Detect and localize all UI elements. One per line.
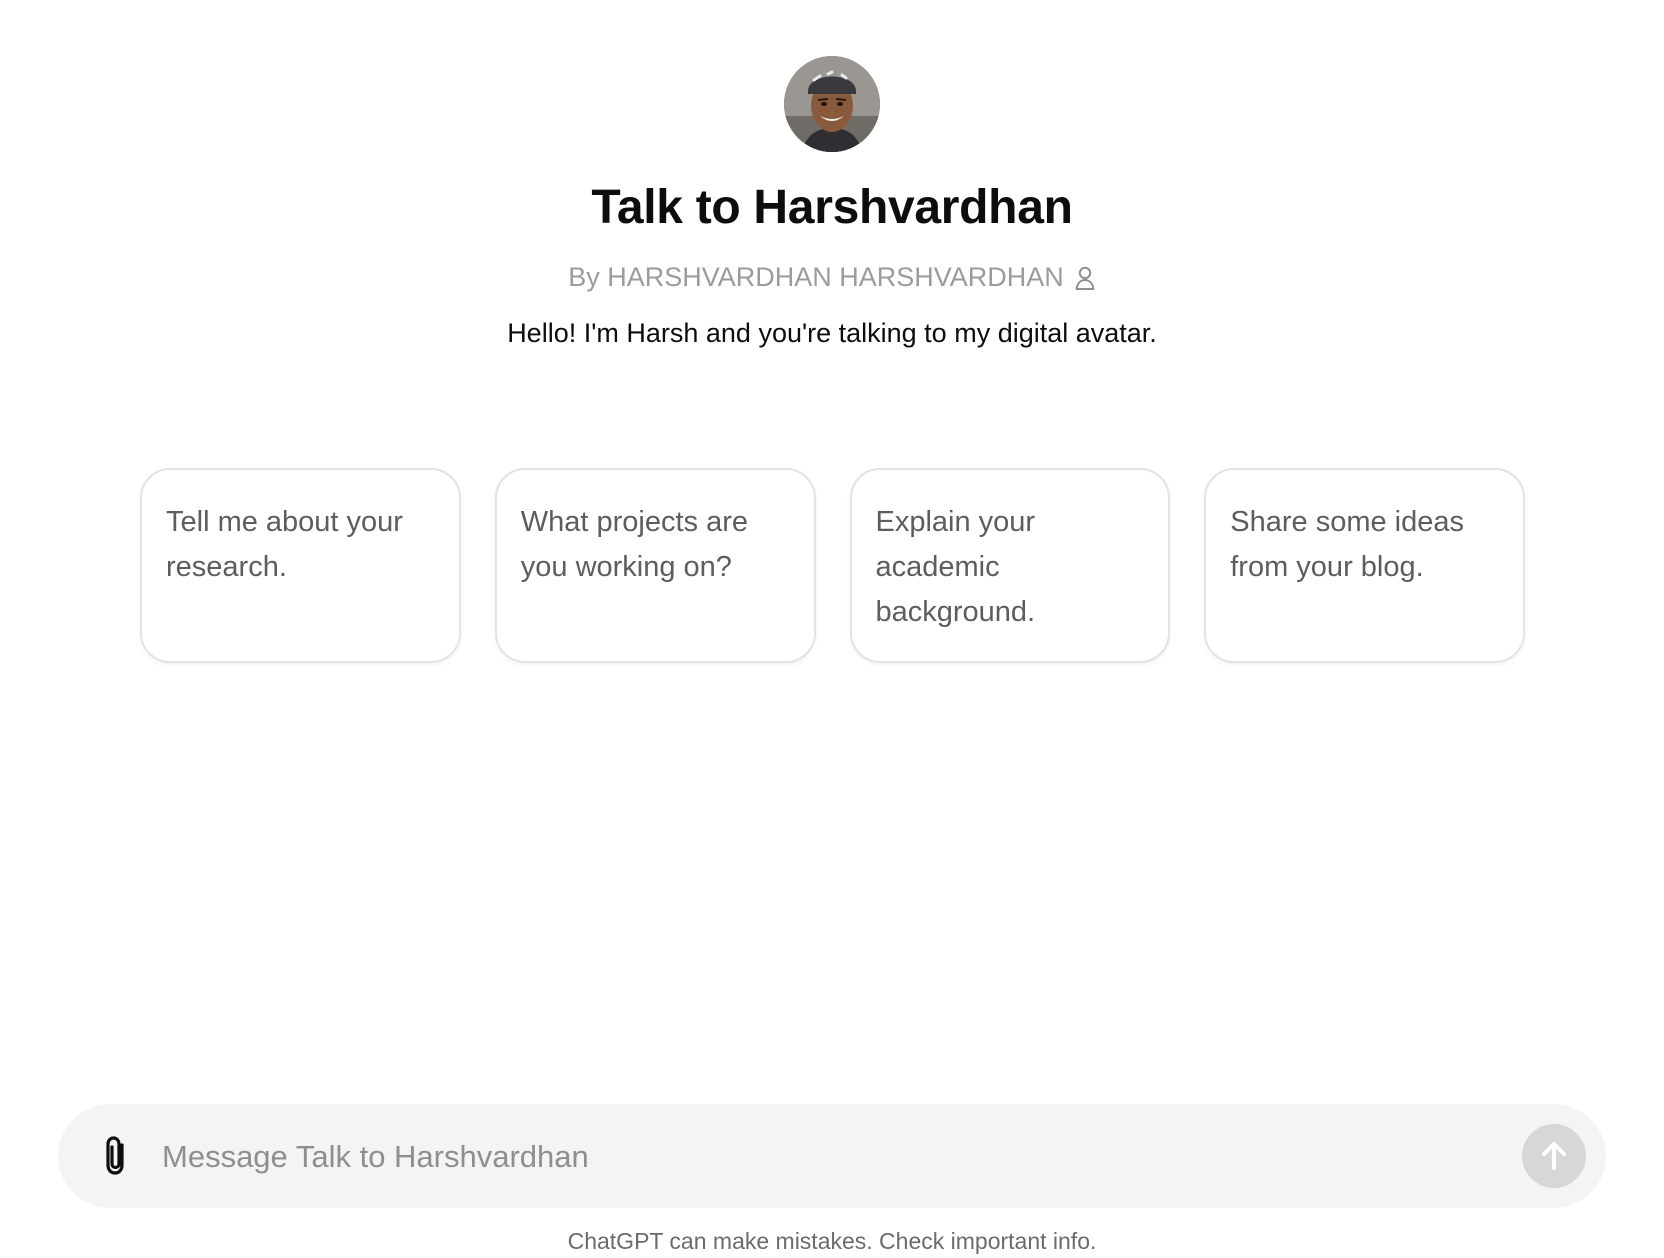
arrow-up-icon: [1542, 1142, 1566, 1170]
message-input[interactable]: [160, 1126, 1494, 1188]
footer-disclaimer: ChatGPT can make mistakes. Check importa…: [567, 1228, 1097, 1254]
profile-photo-icon: [784, 56, 880, 152]
starter-card[interactable]: Share some ideas from your blog.: [1204, 468, 1525, 663]
gpt-description: Hello! I'm Harsh and you're talking to m…: [507, 318, 1157, 348]
conversation-starters: Tell me about your research. What projec…: [140, 468, 1525, 663]
starter-card[interactable]: Explain your academic background.: [849, 468, 1171, 663]
page-title: Talk to Harshvardhan: [591, 181, 1073, 234]
starter-card[interactable]: What projects are you working on?: [494, 468, 816, 663]
author-byline[interactable]: By HARSHVARDHAN HARSHVARDHAN: [0, 262, 1664, 293]
avatar: [784, 56, 880, 152]
send-button[interactable]: [1522, 1124, 1586, 1188]
message-composer: [58, 1104, 1606, 1208]
author-name: By HARSHVARDHAN HARSHVARDHAN: [568, 262, 1064, 292]
paperclip-icon[interactable]: [96, 1134, 136, 1178]
starter-card[interactable]: Tell me about your research.: [140, 468, 461, 663]
person-icon: [1074, 265, 1096, 291]
gpt-landing-page: Talk to Harshvardhan By HARSHVARDHAN HAR…: [0, 0, 1664, 1258]
